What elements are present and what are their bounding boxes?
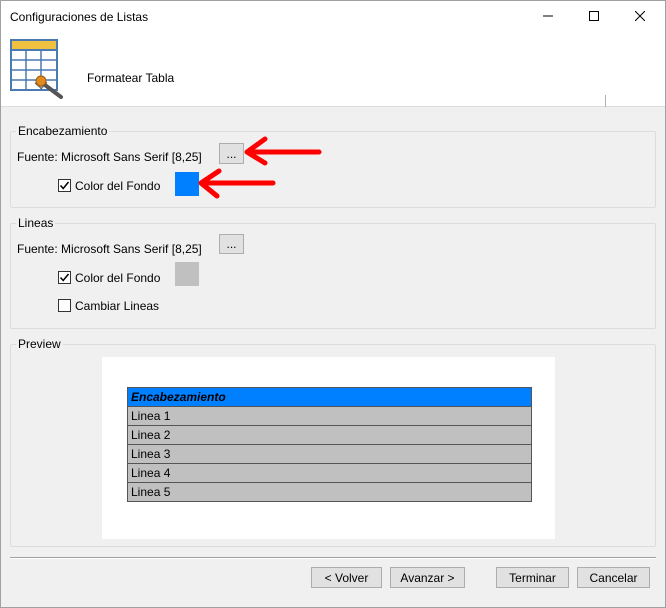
header-group [10,131,656,208]
checkmark-icon [59,273,70,282]
preview-header-row: Encabezamiento [127,387,532,407]
lines-bg-checkbox[interactable] [58,271,71,284]
header-divider [605,95,606,107]
header-font-label: Fuente: Microsoft Sans Serif [8,25] [17,150,202,164]
dialog-window: Configuraciones de Listas Formatear Tabl… [0,0,666,608]
preview-row: Linea 3 [127,444,532,464]
annotation-arrow-icon [198,168,276,199]
table-format-icon [10,39,63,99]
preview-cell: Linea 5 [127,482,532,502]
preview-cell: Linea 3 [127,444,532,464]
back-button[interactable]: < Volver [311,567,382,588]
preview-row: Linea 5 [127,482,532,502]
cancel-button[interactable]: Cancelar [577,567,650,588]
minimize-icon [543,15,553,17]
preview-cell: Linea 2 [127,425,532,445]
wizard-header: Formatear Tabla [1,31,665,107]
preview-table: Encabezamiento Linea 1 Linea 2 Linea 3 L… [127,387,532,502]
change-lines-checkbox[interactable] [58,299,71,312]
preview-cell: Linea 4 [127,463,532,483]
checkmark-icon [59,181,70,190]
header-title: Formatear Tabla [87,71,175,85]
finish-button[interactable]: Terminar [496,567,569,588]
close-icon [635,11,645,21]
footer-separator-highlight [10,558,656,559]
header-group-label: Encabezamiento [16,124,110,138]
header-bg-checkbox[interactable] [58,179,71,192]
preview-row: Linea 2 [127,425,532,445]
change-lines-label: Cambiar Lineas [75,299,160,313]
close-button[interactable] [617,1,663,31]
annotation-arrow-icon [244,136,322,166]
lines-group-label: Lineas [16,216,56,230]
lines-bg-label: Color del Fondo [75,271,161,285]
preview-header-cell: Encabezamiento [127,387,532,407]
preview-group-label: Preview [16,337,63,351]
next-button[interactable]: Avanzar > [390,567,465,588]
preview-row: Linea 4 [127,463,532,483]
minimize-button[interactable] [525,1,571,31]
preview-cell: Linea 1 [127,406,532,426]
preview-row: Linea 1 [127,406,532,426]
lines-font-label: Fuente: Microsoft Sans Serif [8,25] [17,242,202,256]
maximize-button[interactable] [571,1,617,31]
title-bar: Configuraciones de Listas [1,1,665,31]
window-title: Configuraciones de Listas [10,10,149,24]
lines-color-swatch[interactable] [175,262,199,286]
lines-font-button[interactable]: ... [219,234,244,254]
header-bg-label: Color del Fondo [75,179,161,193]
maximize-icon [589,11,599,21]
